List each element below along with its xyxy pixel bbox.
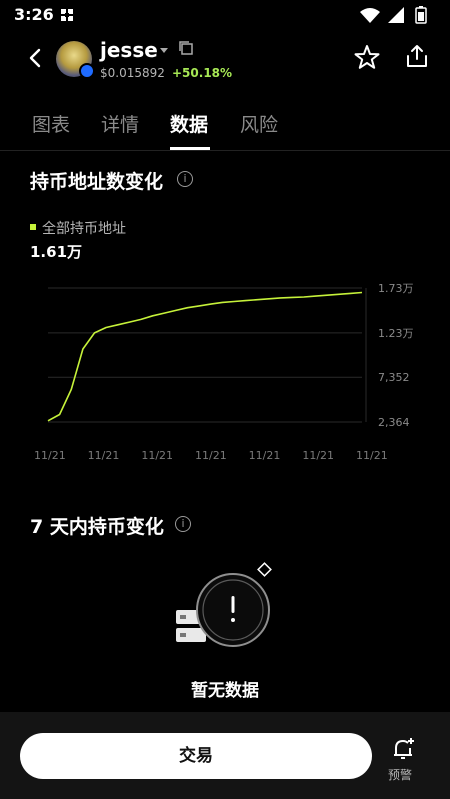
x-tick-label: 11/21 xyxy=(34,449,66,462)
tab-chart[interactable]: 图表 xyxy=(32,110,70,137)
token-price: $0.015892 xyxy=(100,66,165,80)
caret-down-icon[interactable] xyxy=(160,48,168,53)
signal-icon xyxy=(388,7,404,23)
active-tab-indicator xyxy=(170,147,210,150)
y-tick-label: 1.73万 xyxy=(378,282,414,295)
notification-icon xyxy=(61,9,73,21)
share-icon[interactable] xyxy=(404,43,430,69)
tab-details[interactable]: 详情 xyxy=(101,110,139,137)
bottom-action-bar: 交易 预警 xyxy=(0,712,450,799)
x-tick-label: 11/21 xyxy=(249,449,281,462)
legend-marker xyxy=(30,224,36,230)
holders-section-title: 持币地址数变化 xyxy=(30,171,164,193)
token-avatar xyxy=(56,41,95,79)
token-name[interactable]: jesse xyxy=(100,38,158,62)
wifi-icon xyxy=(360,8,380,23)
status-bar: 3:26 xyxy=(0,0,450,30)
holders-series-line xyxy=(47,291,363,422)
x-tick-label: 11/21 xyxy=(141,449,173,462)
diamond-icon xyxy=(257,562,272,577)
info-icon[interactable]: i xyxy=(175,516,191,532)
copy-icon[interactable] xyxy=(178,40,194,56)
alert-label[interactable]: 预警 xyxy=(388,766,412,783)
trade-button[interactable]: 交易 xyxy=(20,733,372,779)
legend-value: 1.61万 xyxy=(30,243,83,261)
token-header: jesse $0.015892 +50.18% xyxy=(0,30,450,90)
tab-risk[interactable]: 风险 xyxy=(240,110,278,137)
back-arrow-icon[interactable] xyxy=(24,46,48,70)
y-tick-label: 1.23万 xyxy=(378,327,414,340)
x-tick-label: 11/21 xyxy=(356,449,388,462)
x-tick-label: 11/21 xyxy=(195,449,227,462)
weekly-section-title: 7 天内持币变化 xyxy=(30,516,164,538)
x-tick-label: 11/21 xyxy=(302,449,334,462)
y-tick-label: 2,364 xyxy=(378,416,410,429)
chain-badge xyxy=(79,63,95,79)
bell-plus-icon[interactable] xyxy=(390,736,416,762)
system-status-icons xyxy=(360,6,427,24)
y-tick-label: 7,352 xyxy=(378,371,410,384)
x-tick-label: 11/21 xyxy=(88,449,120,462)
tab-data[interactable]: 数据 xyxy=(170,110,208,137)
status-time: 3:26 xyxy=(14,5,54,24)
battery-icon xyxy=(415,6,427,24)
empty-state-text: 暂无数据 xyxy=(191,681,259,701)
empty-state-illustration xyxy=(176,562,272,647)
tab-bar: 图表 详情 数据 风险 xyxy=(0,100,450,151)
star-icon[interactable] xyxy=(354,44,380,70)
info-icon[interactable]: i xyxy=(177,171,193,187)
holders-line-chart[interactable]: 1.73万 1.23万 7,352 2,364 11/21 11/21 11/21 11/21… xyxy=(0,270,450,470)
price-change: +50.18% xyxy=(172,66,233,80)
legend-label: 全部持币地址 xyxy=(42,221,126,237)
